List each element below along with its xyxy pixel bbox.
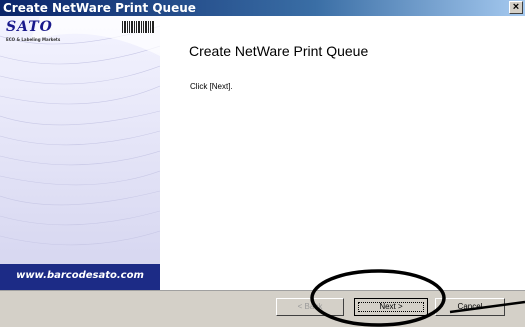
sidebar-wave-pattern [0,16,160,246]
title-bar[interactable]: Create NetWare Print Queue × [0,0,525,16]
cancel-button[interactable]: Cancel [435,298,505,316]
page-title: Create NetWare Print Queue [189,43,369,59]
website-url: www.barcodesato.com [16,270,144,281]
window-title: Create NetWare Print Queue [3,1,196,15]
sato-tagline: ECO & Labeling Markets [6,37,61,42]
next-focus-ring [358,302,424,312]
sato-logo: SATO [6,19,53,35]
wizard-content: Create NetWare Print Queue Click [Next]. [160,16,525,290]
instruction-text: Click [Next]. [190,82,233,91]
url-banner: www.barcodesato.com [0,264,160,290]
barcode-icon [122,21,154,33]
back-button[interactable]: < Back [276,298,344,316]
wizard-sidebar: SATO ECO & Labeling Markets www.barcodes… [0,16,160,290]
close-icon[interactable]: × [509,1,523,14]
wizard-window: Create NetWare Print Queue × SATO ECO & … [0,0,525,327]
next-button[interactable]: Next > [354,298,428,316]
